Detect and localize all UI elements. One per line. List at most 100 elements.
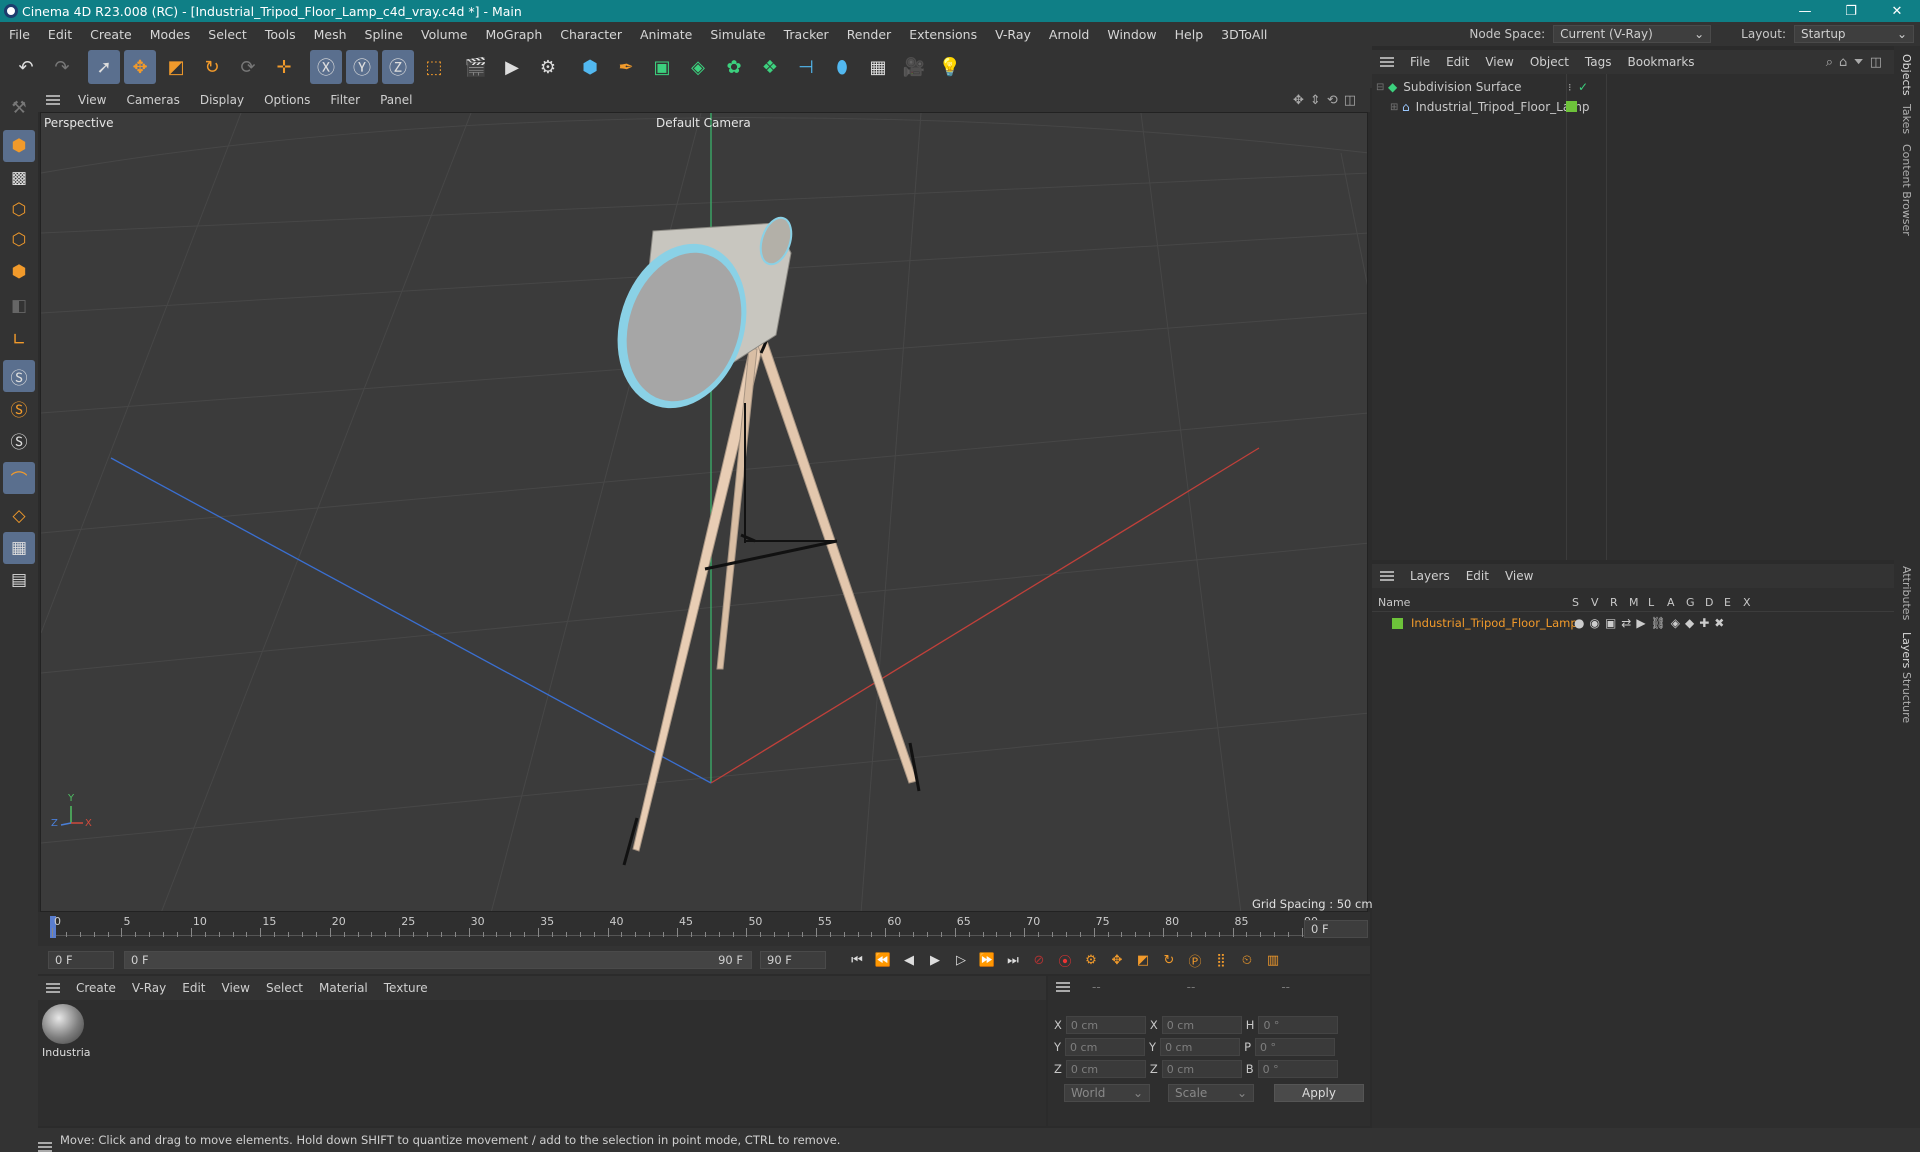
- menu-create[interactable]: Create: [81, 27, 141, 42]
- menu-spline[interactable]: Spline: [356, 27, 412, 42]
- layers-col-e[interactable]: E: [1724, 596, 1743, 609]
- side-tab-layers[interactable]: Layers: [1900, 632, 1913, 668]
- edges-mode-icon[interactable]: ⬡: [3, 224, 35, 256]
- make-editable-icon[interactable]: ⚒: [3, 92, 35, 124]
- cloner-icon[interactable]: ✿: [718, 50, 750, 84]
- viewport-menu-cameras[interactable]: Cameras: [116, 93, 189, 107]
- minimize-button[interactable]: —: [1782, 0, 1828, 22]
- auto-key-icon[interactable]: ⦿: [1052, 948, 1078, 972]
- layers-col-l[interactable]: L: [1648, 596, 1667, 609]
- coord-system-select[interactable]: World ⌄: [1064, 1084, 1150, 1102]
- key-position-icon[interactable]: ✥: [1104, 948, 1130, 972]
- menu-simulate[interactable]: Simulate: [701, 27, 774, 42]
- menu-mesh[interactable]: Mesh: [305, 27, 356, 42]
- material-menu-material[interactable]: Material: [311, 981, 376, 995]
- objects-search-icons[interactable]: ⌕⌂⏷◫: [1826, 55, 1888, 70]
- x-axis-lock-icon[interactable]: Ⓧ: [310, 50, 342, 84]
- field-icon[interactable]: ⬮: [826, 50, 858, 84]
- hamburger-icon[interactable]: [46, 95, 60, 105]
- objects-menu-bookmarks[interactable]: Bookmarks: [1620, 55, 1703, 69]
- locked-workplane-icon[interactable]: ▤: [3, 564, 35, 596]
- objects-menu-object[interactable]: Object: [1522, 55, 1577, 69]
- menu-character[interactable]: Character: [551, 27, 631, 42]
- objects-menu-file[interactable]: File: [1402, 55, 1438, 69]
- magnet-icon[interactable]: ⌒: [3, 462, 35, 494]
- object-row-subdivision[interactable]: ⊟ ◆ Subdivision Surface ⁝ ✓: [1376, 78, 1886, 96]
- tripod-lamp-model[interactable]: [597, 214, 921, 866]
- material-menu-view[interactable]: View: [214, 981, 258, 995]
- layer-color-swatch[interactable]: [1566, 101, 1577, 112]
- next-frame-icon[interactable]: ▷: [948, 948, 974, 972]
- axis-mode-icon[interactable]: ∟: [3, 324, 35, 356]
- side-tab-objects[interactable]: Objects: [1900, 54, 1913, 96]
- object-row-lamp[interactable]: ⊞ ⌂ Industrial_Tripod_Floor_Lamp ⁝: [1390, 98, 1886, 116]
- previous-frame-icon[interactable]: ◀: [896, 948, 922, 972]
- rotation-b-input[interactable]: 0 °: [1257, 1060, 1338, 1078]
- object-name-subdivision[interactable]: Subdivision Surface: [1403, 80, 1521, 94]
- subdivision-icon[interactable]: ▣: [646, 50, 678, 84]
- layers-col-r[interactable]: R: [1610, 596, 1629, 609]
- previous-key-icon[interactable]: ⏪: [870, 948, 896, 972]
- polygons-mode-icon[interactable]: ⬢: [3, 256, 35, 288]
- camera-icon[interactable]: 🎥: [898, 50, 930, 84]
- position-x-input[interactable]: 0 cm: [1065, 1016, 1146, 1034]
- material-menu-select[interactable]: Select: [258, 981, 311, 995]
- current-frame-field[interactable]: 0 F: [1304, 920, 1368, 938]
- menu-modes[interactable]: Modes: [141, 27, 200, 42]
- render-region-icon[interactable]: 🎬: [460, 50, 492, 84]
- menu-select[interactable]: Select: [199, 27, 256, 42]
- side-tab-content-browser[interactable]: Content Browser: [1900, 144, 1913, 236]
- objects-menu-view[interactable]: View: [1477, 55, 1521, 69]
- next-key-icon[interactable]: ⏩: [974, 948, 1000, 972]
- key-pla-icon[interactable]: ⣿: [1208, 948, 1234, 972]
- side-tab-takes[interactable]: Takes: [1900, 104, 1913, 134]
- rotation-p-input[interactable]: 0 °: [1255, 1038, 1335, 1056]
- layers-col-s[interactable]: S: [1572, 596, 1591, 609]
- key-scale-icon[interactable]: ◩: [1130, 948, 1156, 972]
- mograph-icon[interactable]: ❖: [754, 50, 786, 84]
- timeline-ruler[interactable]: 051015202530354045505560657075808590 0 F: [38, 912, 1370, 946]
- coord-mode-select[interactable]: Scale ⌄: [1168, 1084, 1254, 1102]
- hamburger-icon[interactable]: [1380, 57, 1394, 67]
- model-mode-icon[interactable]: ⬢: [3, 130, 35, 162]
- hamburger-icon[interactable]: [1056, 982, 1070, 992]
- menu-window[interactable]: Window: [1098, 27, 1165, 42]
- side-tab-structure[interactable]: Structure: [1900, 672, 1913, 723]
- 3d-viewport[interactable]: Y X Z: [40, 112, 1368, 912]
- coordinate-system-icon[interactable]: ⬚: [418, 50, 450, 84]
- menu-volume[interactable]: Volume: [412, 27, 477, 42]
- viewport-menu-options[interactable]: Options: [254, 93, 320, 107]
- menu-mograph[interactable]: MoGraph: [476, 27, 551, 42]
- layers-col-m[interactable]: M: [1629, 596, 1648, 609]
- hamburger-icon[interactable]: [46, 983, 60, 993]
- layer-flag-icons[interactable]: ●◉▣⇄▶⛓◈◆✚✖: [1574, 616, 1729, 630]
- viewport-nav-icons[interactable]: ✥⇕⟲◫: [1293, 93, 1362, 108]
- motion-icon[interactable]: ⏲: [1234, 948, 1260, 972]
- objects-menu-tags[interactable]: Tags: [1577, 55, 1620, 69]
- quantize-icon[interactable]: Ⓢ: [3, 424, 35, 456]
- layers-col-g[interactable]: G: [1686, 596, 1705, 609]
- layout-select[interactable]: Startup ⌄: [1794, 25, 1914, 43]
- frame-range-slider[interactable]: 0 F 90 F: [124, 951, 752, 969]
- menu-animate[interactable]: Animate: [631, 27, 701, 42]
- record-icon[interactable]: ⊘: [1026, 948, 1052, 972]
- key-rotation-icon[interactable]: ↻: [1156, 948, 1182, 972]
- play-icon[interactable]: ▶: [922, 948, 948, 972]
- restore-button[interactable]: ❐: [1828, 0, 1874, 22]
- layers-col-x[interactable]: X: [1743, 596, 1762, 609]
- viewport-menu-filter[interactable]: Filter: [320, 93, 370, 107]
- go-to-start-icon[interactable]: ⏮: [844, 948, 870, 972]
- rotation-h-input[interactable]: 0 °: [1258, 1016, 1339, 1034]
- key-param-icon[interactable]: Ⓟ: [1182, 948, 1208, 972]
- snap-icon[interactable]: Ⓢ: [3, 360, 35, 392]
- material-menu-edit[interactable]: Edit: [174, 981, 213, 995]
- workplane-icon[interactable]: ◇: [3, 500, 35, 532]
- menu-help[interactable]: Help: [1166, 27, 1213, 42]
- viewport-menu-view[interactable]: View: [68, 93, 116, 107]
- recent-tool-icon[interactable]: ⟳: [232, 50, 264, 84]
- extrude-generator-icon[interactable]: ◈: [682, 50, 714, 84]
- node-space-select[interactable]: Current (V-Ray) ⌄: [1553, 25, 1712, 43]
- hamburger-icon[interactable]: [38, 1142, 52, 1152]
- keyframe-icon[interactable]: ⚙: [1078, 948, 1104, 972]
- layers-menu-view[interactable]: View: [1497, 569, 1541, 583]
